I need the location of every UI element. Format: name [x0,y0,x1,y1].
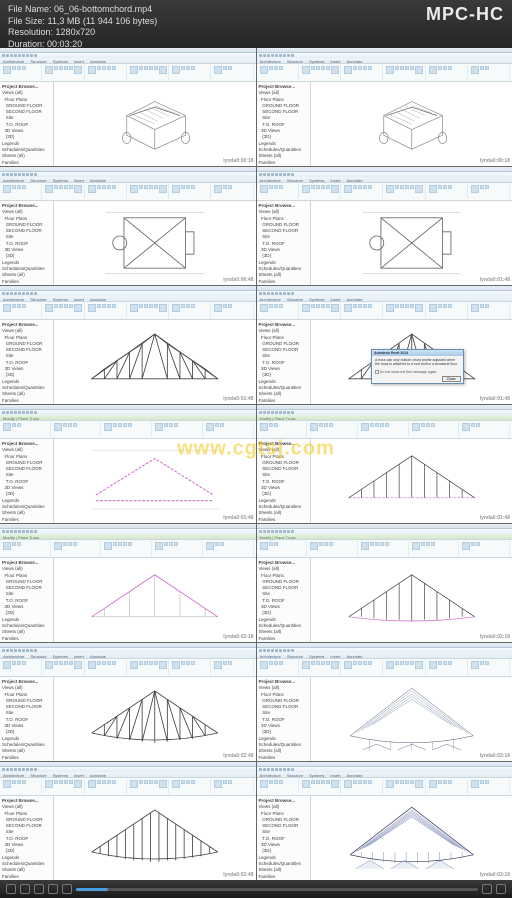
play-icon[interactable] [6,884,16,894]
next-icon[interactable] [62,884,72,894]
player-brand: MPC-HC [426,4,504,44]
thumbnail: ArchitectureStructureSystemsInsertAnnota… [257,643,512,761]
fullscreen-icon[interactable] [496,884,506,894]
thumbnail: ArchitectureStructureSystemsInsertAnnota… [257,167,512,285]
thumbnail: ArchitectureStructureSystemsInsertAnnota… [0,167,256,285]
thumbnail: ArchitectureStructureSystemsInsertAnnota… [0,643,256,761]
prev-icon[interactable] [48,884,58,894]
pause-icon[interactable] [20,884,30,894]
volume-icon[interactable] [482,884,492,894]
thumbnail: Modify | Place Truss Project Browse...Vi… [0,405,256,523]
thumbnail: Modify | Place Truss Project Browse...Vi… [0,524,256,642]
thumbnail-grid: ArchitectureStructureSystemsInsertAnnota… [0,48,512,880]
thumbnail: ArchitectureStructureSystemsInsertAnnota… [257,48,512,166]
control-bar [0,880,512,898]
seek-bar[interactable] [76,888,478,891]
size-label: File Size: [8,16,45,26]
file-size: 11,3 MB (11 944 106 bytes) [48,16,158,26]
thumbnail: ArchitectureStructureSystemsInsertAnnota… [0,286,256,404]
thumbnail: ArchitectureStructureSystemsInsertAnnota… [257,286,512,404]
res-label: Resolution: [8,27,53,37]
info-bar: File Name: 06_06-bottomchord.mp4 File Si… [0,0,512,48]
thumbnail: Modify | Place Truss Project Browse...Vi… [257,524,512,642]
resolution: 1280x720 [56,27,96,37]
thumbnail: ArchitectureStructureSystemsInsertAnnota… [0,48,256,166]
thumbnail: ArchitectureStructureSystemsInsertAnnota… [257,762,512,880]
file-label: File Name: [8,4,52,14]
thumbnail: ArchitectureStructureSystemsInsertAnnota… [0,762,256,880]
thumbnail: Modify | Place Truss Project Browse...Vi… [257,405,512,523]
file-meta: File Name: 06_06-bottomchord.mp4 File Si… [8,4,157,44]
stop-icon[interactable] [34,884,44,894]
media-player: File Name: 06_06-bottomchord.mp4 File Si… [0,0,512,898]
file-name: 06_06-bottomchord.mp4 [54,4,152,14]
